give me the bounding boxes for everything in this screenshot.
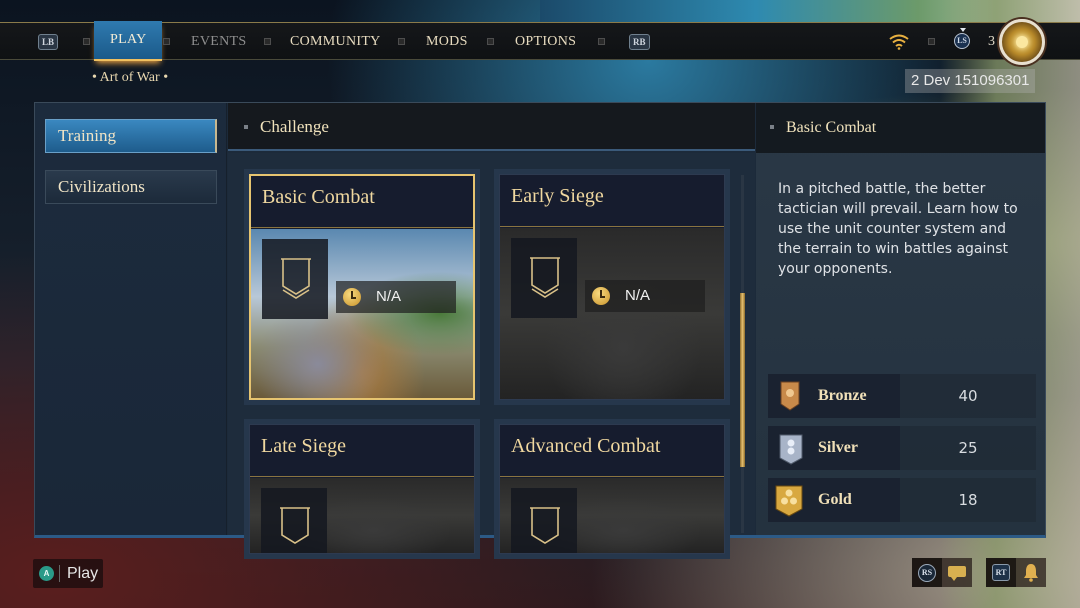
- clock-icon: [343, 288, 361, 306]
- subnav-label: Art of War: [99, 70, 160, 85]
- medal-row-silver: Silver 25: [768, 426, 1036, 470]
- nav-separator: [487, 38, 494, 45]
- bronze-medal-icon: [780, 381, 800, 411]
- sidebar-item-civilizations[interactable]: Civilizations: [45, 170, 217, 204]
- banner-icon: [280, 507, 310, 544]
- best-time: N/A: [625, 287, 651, 304]
- card-image: [500, 478, 724, 553]
- detail-header: Basic Combat: [756, 103, 1045, 153]
- section-header: Challenge: [228, 103, 755, 151]
- challenge-card-late-siege[interactable]: Late Siege: [244, 419, 480, 559]
- subnav-art-of-war[interactable]: • Art of War •: [92, 70, 168, 86]
- tab-community[interactable]: COMMUNITY: [290, 23, 381, 61]
- banner-emblem: [511, 238, 577, 318]
- chat-icon: [948, 566, 966, 581]
- chat-button-hint[interactable]: RS: [912, 558, 972, 587]
- best-time-box: N/A: [336, 281, 456, 313]
- nav-separator: [163, 38, 170, 45]
- medal-row-gold: Gold 18: [768, 478, 1036, 522]
- banner-emblem: [262, 239, 328, 319]
- card-titlebar: Late Siege: [250, 425, 474, 477]
- gold-medal-icon: [775, 485, 803, 517]
- chat-slot: [942, 558, 972, 587]
- best-time-box: N/A: [585, 280, 705, 312]
- rt-button-icon: RT: [992, 564, 1010, 581]
- lb-button-hint[interactable]: LB: [38, 34, 59, 50]
- banner-icon: [281, 258, 311, 299]
- main-panel: Training Civilizations Challenge Basic C…: [34, 102, 1046, 559]
- medal-value: 40: [958, 387, 978, 405]
- tab-play[interactable]: PLAY: [94, 21, 163, 61]
- medal-value: 25: [958, 439, 978, 457]
- detail-panel: Basic Combat In a pitched battle, the be…: [756, 103, 1045, 535]
- card-image: [250, 478, 474, 553]
- bullet-icon: [770, 125, 774, 129]
- section-title: Challenge: [260, 117, 329, 136]
- card-title: Early Siege: [511, 185, 604, 207]
- banner-icon: [530, 507, 560, 544]
- card-titlebar: Early Siege: [500, 175, 724, 227]
- scrollbar-thumb[interactable]: [740, 293, 745, 467]
- rb-button-hint[interactable]: RB: [629, 34, 650, 50]
- nav-separator: [598, 38, 605, 45]
- medal-name: Bronze: [818, 387, 867, 404]
- bullet-icon: [244, 125, 248, 129]
- tab-options[interactable]: OPTIONS: [515, 23, 576, 61]
- bullet-icon: •: [159, 70, 169, 85]
- nav-separator: [398, 38, 405, 45]
- challenge-card-advanced-combat[interactable]: Advanced Combat: [494, 419, 730, 559]
- top-nav-bar: LB PLAY EVENTS COMMUNITY MODS OPTIONS RB…: [0, 19, 1080, 65]
- medal-label-box: Bronze: [768, 374, 900, 418]
- medal-label-box: Gold: [768, 478, 900, 522]
- sidebar-item-training[interactable]: Training: [45, 119, 217, 153]
- build-version-tag: 2 Dev 151096301: [905, 69, 1036, 93]
- ls-button-hint[interactable]: LS: [954, 28, 970, 49]
- sun-medallion-icon[interactable]: [999, 19, 1045, 65]
- bell-icon: [1024, 564, 1038, 582]
- medal-row-bronze: Bronze 40: [768, 374, 1036, 418]
- clock-icon: [592, 287, 610, 305]
- bell-slot: [1016, 558, 1046, 587]
- card-titlebar: Basic Combat: [251, 176, 473, 228]
- rs-button-icon: RS: [918, 564, 936, 582]
- nav-separator: [83, 38, 90, 45]
- card-title: Basic Combat: [262, 186, 375, 208]
- nav-separator: [928, 38, 935, 45]
- bullet-icon: •: [92, 70, 100, 85]
- play-button-hint[interactable]: A Play: [33, 559, 103, 588]
- notifications-button-hint[interactable]: RT: [986, 558, 1046, 587]
- banner-emblem: [261, 488, 327, 553]
- tab-events[interactable]: EVENTS: [191, 23, 246, 61]
- divider: [59, 565, 60, 582]
- challenge-grid: Basic Combat N/A Early Siege N/A Late Si…: [228, 153, 755, 559]
- medal-name: Silver: [818, 439, 858, 456]
- banner-icon: [530, 257, 560, 298]
- rs-slot: RS: [912, 558, 942, 587]
- card-title: Late Siege: [261, 435, 346, 457]
- silver-medal-icon: [779, 434, 803, 465]
- play-label: Play: [67, 565, 99, 582]
- banner-emblem: [511, 488, 577, 553]
- medal-label-box: Silver: [768, 426, 900, 470]
- challenge-card-basic-combat[interactable]: Basic Combat N/A: [244, 169, 480, 405]
- rt-slot: RT: [986, 558, 1016, 587]
- medal-value: 18: [958, 491, 978, 509]
- card-image: N/A: [500, 228, 724, 399]
- card-title: Advanced Combat: [511, 435, 661, 457]
- challenge-description: In a pitched battle, the better tacticia…: [778, 181, 1018, 277]
- a-button-icon: A: [39, 566, 54, 581]
- nav-separator: [264, 38, 271, 45]
- challenge-card-early-siege[interactable]: Early Siege N/A: [494, 169, 730, 405]
- medal-name: Gold: [818, 491, 852, 508]
- tab-mods[interactable]: MODS: [426, 23, 468, 61]
- notification-count: 3: [988, 34, 995, 49]
- wifi-icon: [889, 34, 909, 50]
- detail-title: Basic Combat: [786, 119, 877, 136]
- card-titlebar: Advanced Combat: [500, 425, 724, 477]
- card-image: N/A: [251, 229, 473, 398]
- sidebar: Training Civilizations: [35, 103, 227, 535]
- best-time: N/A: [376, 288, 402, 305]
